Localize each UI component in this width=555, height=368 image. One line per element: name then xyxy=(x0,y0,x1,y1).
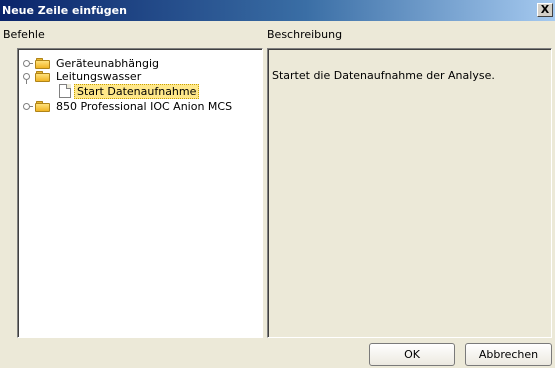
tree-node-label: Start Datenaufnahme xyxy=(74,83,200,99)
close-button[interactable]: X xyxy=(537,3,553,17)
tree-node-label: Geräteunabhängig xyxy=(56,56,160,70)
tree-node-geraeteunabhaengig[interactable]: Geräteunabhängig xyxy=(23,56,161,70)
folder-icon xyxy=(35,57,51,70)
collapsed-expander-icon[interactable] xyxy=(23,102,33,111)
window-title: Neue Zeile einfügen xyxy=(2,4,127,17)
expanded-expander-icon[interactable] xyxy=(23,72,32,84)
document-icon xyxy=(59,84,71,98)
tree-node-leitungswasser[interactable]: Leitungswasser xyxy=(23,69,143,84)
title-bar: Neue Zeile einfügen X xyxy=(0,0,555,21)
tree-node-label: Leitungswasser xyxy=(56,69,142,83)
collapsed-expander-icon[interactable] xyxy=(23,59,33,68)
commands-tree[interactable]: Geräteunabhängig Leitungswasser Start Da… xyxy=(17,48,263,338)
description-text: Startet die Datenaufnahme der Analyse. xyxy=(272,69,495,82)
tree-node-850-professional[interactable]: 850 Professional IOC Anion MCS xyxy=(23,99,234,113)
description-label: Beschreibung xyxy=(267,28,343,41)
commands-label: Befehle xyxy=(3,28,45,41)
folder-icon xyxy=(35,100,51,113)
tree-node-start-datenaufnahme[interactable]: Start Datenaufnahme xyxy=(59,83,200,99)
folder-icon xyxy=(35,70,51,83)
ok-button[interactable]: OK xyxy=(369,343,455,366)
cancel-button[interactable]: Abbrechen xyxy=(465,343,552,366)
tree-node-label: 850 Professional IOC Anion MCS xyxy=(56,99,233,113)
description-panel: Startet die Datenaufnahme der Analyse. xyxy=(267,48,552,338)
